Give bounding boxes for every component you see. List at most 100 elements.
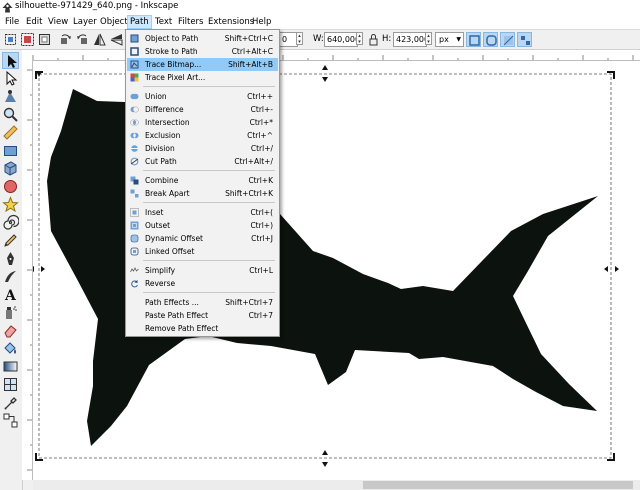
tweak-tool-icon[interactable]: [2, 88, 19, 105]
pencil-tool-icon[interactable]: [2, 232, 19, 249]
menu-item-remove-path-effect[interactable]: Remove Path Effect: [127, 322, 278, 335]
unit-select[interactable]: px ▼: [435, 32, 464, 47]
spiral-tool-icon[interactable]: [2, 214, 20, 231]
measure-tool-icon[interactable]: [2, 124, 19, 141]
spray-tool-icon[interactable]: [2, 304, 19, 321]
menu-bar: File Edit View Layer Object Path Text Fi…: [0, 15, 640, 30]
rotate-cw-icon[interactable]: [75, 32, 90, 47]
simplify-icon: [130, 266, 139, 275]
menu-extensions[interactable]: Extensions: [206, 16, 256, 28]
menu-path[interactable]: Path: [127, 15, 152, 29]
selector-tool-icon[interactable]: [2, 52, 19, 69]
eraser-tool-icon[interactable]: [2, 322, 19, 339]
break-apart-icon: [130, 189, 139, 198]
scale-stroke-icon[interactable]: [466, 32, 481, 47]
menu-item-combine[interactable]: Combine Ctrl+K: [127, 174, 278, 187]
menu-view[interactable]: View: [46, 16, 70, 28]
select-all-layers-icon[interactable]: [20, 32, 35, 47]
zoom-tool-icon[interactable]: [2, 106, 19, 123]
menu-help[interactable]: Help: [250, 16, 273, 28]
gradient-tool-icon[interactable]: [2, 358, 19, 375]
menu-item-shortcut: Shift+Ctrl+K: [225, 189, 273, 198]
flip-vertical-icon[interactable]: [109, 32, 124, 47]
menu-text[interactable]: Text: [153, 16, 174, 28]
connector-tool-icon[interactable]: [2, 412, 19, 429]
menu-item-shortcut: Shift+Alt+B: [228, 60, 273, 69]
menu-item-label: Union: [145, 92, 167, 101]
resize-handle-bottom[interactable]: [322, 450, 328, 467]
intersection-icon: [130, 118, 139, 127]
flip-horizontal-icon[interactable]: [92, 32, 107, 47]
menu-object[interactable]: Object: [98, 16, 130, 28]
menu-item-trace-pixel-art[interactable]: Trace Pixel Art...: [127, 71, 278, 84]
star-tool-icon[interactable]: [2, 196, 19, 213]
scale-corners-icon[interactable]: [483, 32, 498, 47]
height-field[interactable]: 423,000: [393, 32, 429, 47]
menu-item-paste-path-effect[interactable]: Paste Path Effect Ctrl+7: [127, 309, 278, 322]
exclusion-icon: [130, 131, 139, 140]
lock-ratio-icon[interactable]: [366, 32, 381, 47]
menu-item-shortcut: Ctrl+K: [248, 176, 273, 185]
menu-item-inset[interactable]: Inset Ctrl+(: [127, 206, 278, 219]
menu-item-division[interactable]: Division Ctrl+/: [127, 142, 278, 155]
height-spinner[interactable]: ▴ ▾: [425, 32, 432, 45]
menu-item-linked-offset[interactable]: Linked Offset: [127, 245, 278, 258]
x-spinner[interactable]: ▴ ▾: [296, 32, 303, 45]
text-tool-icon[interactable]: A: [2, 286, 19, 304]
calligraphy-tool-icon[interactable]: [2, 268, 19, 285]
pen-tool-icon[interactable]: [2, 250, 19, 267]
stroke-to-path-icon: [130, 47, 139, 56]
menu-item-difference[interactable]: Difference Ctrl+-: [127, 103, 278, 116]
menu-item-trace-bitmap[interactable]: Trace Bitmap... Shift+Alt+B: [127, 58, 278, 71]
horizontal-scrollbar[interactable]: [33, 480, 640, 490]
menu-item-intersection[interactable]: Intersection Ctrl+*: [127, 116, 278, 129]
menu-item-shortcut: Ctrl+/: [250, 144, 273, 153]
resize-handle-right[interactable]: [604, 266, 619, 272]
menu-item-exclusion[interactable]: Exclusion Ctrl+^: [127, 129, 278, 142]
menu-item-dynamic-offset[interactable]: Dynamic Offset Ctrl+J: [127, 232, 278, 245]
mesh-tool-icon[interactable]: [2, 376, 19, 393]
menu-item-outset[interactable]: Outset Ctrl+): [127, 219, 278, 232]
deselect-icon[interactable]: [37, 32, 52, 47]
menu-item-simplify[interactable]: Simplify Ctrl+L: [127, 264, 278, 277]
menu-item-reverse[interactable]: Reverse: [127, 277, 278, 290]
width-spinner[interactable]: ▴ ▾: [356, 32, 363, 45]
3d-box-tool-icon[interactable]: [2, 160, 19, 177]
paint-bucket-tool-icon[interactable]: [2, 340, 19, 357]
menu-file[interactable]: File: [3, 16, 21, 28]
menu-item-cut-path[interactable]: Cut Path Ctrl+Alt+/: [127, 155, 278, 168]
menu-filters[interactable]: Filters: [176, 16, 205, 28]
scrollbar-thumb[interactable]: [363, 481, 633, 489]
menu-item-stroke-to-path[interactable]: Stroke to Path Ctrl+Alt+C: [127, 45, 278, 58]
menu-item-shortcut: Ctrl+J: [251, 234, 273, 243]
move-patterns-icon[interactable]: [517, 32, 532, 47]
menu-item-object-to-path[interactable]: Object to Path Shift+Ctrl+C: [127, 32, 278, 45]
menu-item-label: Exclusion: [145, 131, 181, 140]
node-tool-icon[interactable]: [2, 70, 19, 87]
menu-item-shortcut: Ctrl+Alt+C: [231, 47, 273, 56]
menu-layer[interactable]: Layer: [71, 16, 99, 28]
menu-item-shortcut: Ctrl+Alt+/: [234, 157, 273, 166]
menu-item-shortcut: Ctrl+(: [250, 208, 273, 217]
rotate-ccw-icon[interactable]: [58, 32, 73, 47]
menu-item-path-effects[interactable]: Path Effects ... Shift+Ctrl+7: [127, 296, 278, 309]
union-icon: [130, 92, 139, 101]
menu-item-union[interactable]: Union Ctrl++: [127, 90, 278, 103]
select-all-icon[interactable]: [3, 32, 18, 47]
rectangle-tool-icon[interactable]: [2, 142, 19, 159]
resize-handle-top[interactable]: [322, 65, 328, 82]
menu-item-label: Path Effects ...: [145, 298, 199, 307]
dropper-tool-icon[interactable]: [2, 394, 19, 411]
inkscape-logo-icon: [2, 2, 13, 13]
menu-item-label: Remove Path Effect: [145, 324, 219, 333]
move-gradients-icon[interactable]: [500, 32, 515, 47]
title-bar: silhouette-971429_640.png - Inkscape: [0, 0, 640, 15]
ellipse-tool-icon[interactable]: [2, 178, 19, 195]
menu-item-break-apart[interactable]: Break Apart Shift+Ctrl+K: [127, 187, 278, 200]
vertical-ruler[interactable]: [22, 60, 33, 480]
menu-separator: [143, 202, 275, 203]
outset-icon: [130, 221, 139, 230]
menu-edit[interactable]: Edit: [24, 16, 44, 28]
width-field[interactable]: 640,000: [324, 32, 360, 47]
horizontal-ruler[interactable]: [22, 50, 640, 61]
